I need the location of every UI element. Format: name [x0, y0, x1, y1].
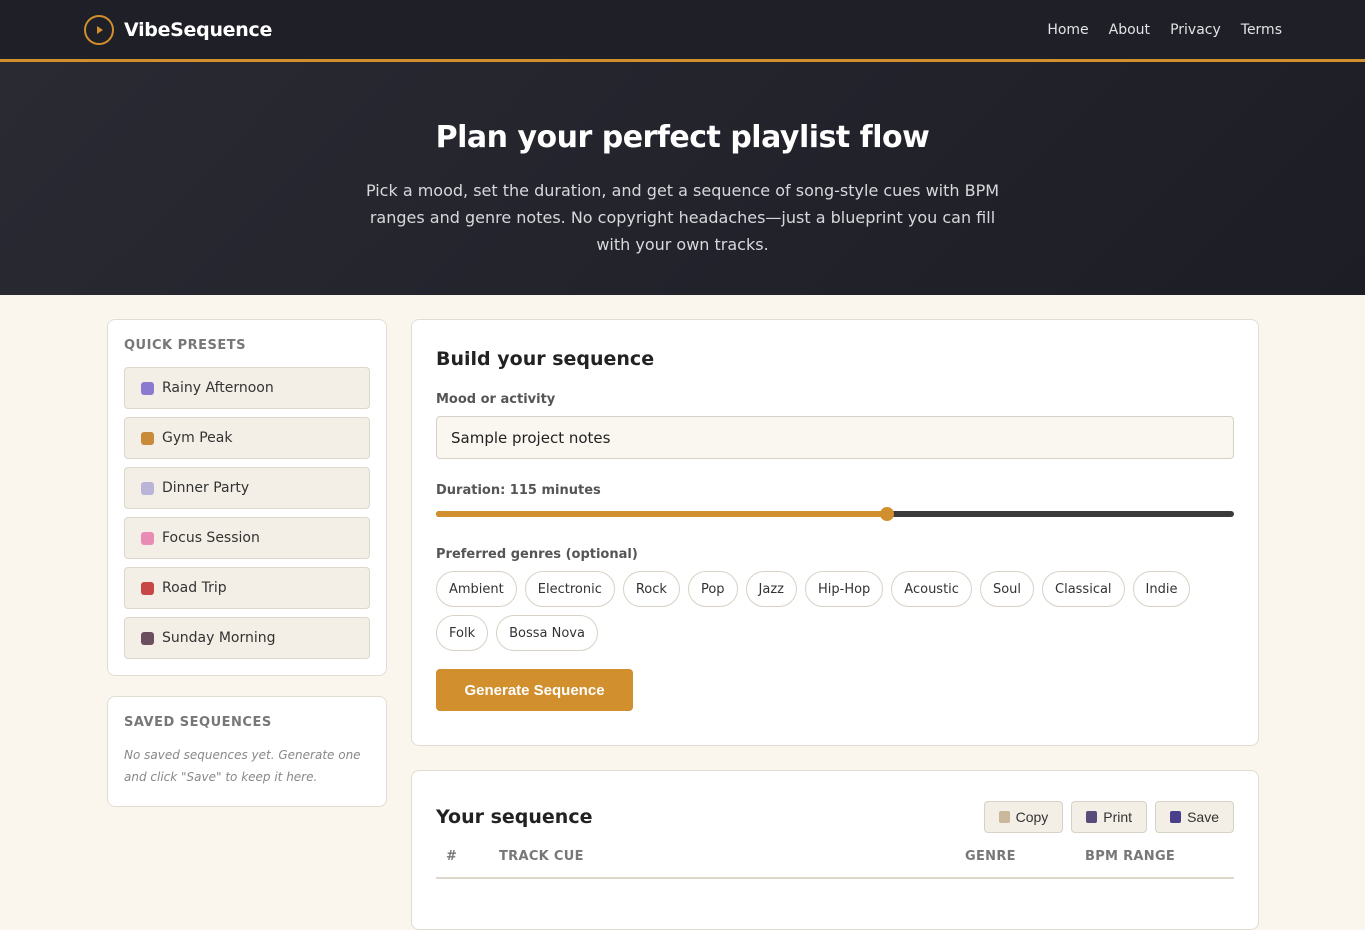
genre-chip[interactable]: Classical: [1042, 571, 1125, 607]
slider-fill: [436, 511, 887, 517]
genre-chip[interactable]: Soul: [979, 571, 1034, 607]
preset-button[interactable]: Sunday Morning: [124, 617, 370, 659]
preset-label: Sunday Morning: [162, 630, 276, 646]
nav-link-terms[interactable]: Terms: [1241, 22, 1282, 38]
copy-button[interactable]: Copy: [983, 801, 1064, 833]
rain-cloud-icon: [141, 381, 154, 395]
action-label: Save: [1187, 809, 1219, 825]
preset-button[interactable]: Focus Session: [124, 517, 370, 559]
genre-chips: Ambient Electronic Rock Pop Jazz Hip-Hop Acous…: [436, 571, 1234, 651]
genre-chip[interactable]: Ambient: [436, 571, 517, 607]
hero-subtitle: Pick a mood, set the duration, and get a…: [365, 181, 1000, 254]
genre-chip[interactable]: Jazz: [745, 571, 797, 607]
result-actions: Copy Print Save: [983, 801, 1234, 833]
floppy-disk-icon: [1170, 811, 1182, 823]
preset-button[interactable]: Dinner Party: [124, 467, 370, 509]
genre-chip[interactable]: Bossa Nova: [496, 615, 598, 651]
column-bpm-range: BPM Range: [1085, 849, 1176, 864]
genre-chip[interactable]: Electronic: [524, 571, 615, 607]
car-icon: [141, 581, 154, 595]
genre-chip[interactable]: Hip-Hop: [804, 571, 884, 607]
saved-sequences-card: Saved Sequences No saved sequences yet. …: [107, 696, 387, 807]
brand[interactable]: VibeSequence: [84, 14, 273, 45]
preset-button[interactable]: Rainy Afternoon: [124, 367, 370, 409]
genre-chip[interactable]: Pop: [687, 571, 738, 607]
saved-empty-message: No saved sequences yet. Generate one and…: [124, 748, 361, 784]
coffee-icon: [141, 631, 154, 645]
results-header: Your sequence Copy Print Save: [436, 801, 1234, 833]
genre-chip[interactable]: Acoustic: [891, 571, 972, 607]
plate-icon: [141, 481, 154, 495]
duration-label: Duration: 115 minutes: [436, 483, 601, 498]
genre-chip[interactable]: Folk: [436, 615, 489, 651]
save-button[interactable]: Save: [1155, 801, 1234, 833]
printer-icon: [1086, 811, 1098, 823]
preset-label: Focus Session: [162, 530, 260, 546]
action-label: Print: [1103, 809, 1133, 825]
nav-links: Home About Privacy Terms: [1047, 22, 1282, 38]
results-title: Your sequence: [436, 806, 593, 828]
action-label: Copy: [1015, 809, 1049, 825]
mood-input[interactable]: [436, 416, 1234, 459]
genres-label: Preferred genres (optional): [436, 547, 638, 562]
column-number: #: [446, 849, 458, 864]
hero: Plan your perfect playlist flow Pick a m…: [0, 62, 1365, 295]
saved-title: Saved Sequences: [124, 715, 272, 730]
results-card: Your sequence Copy Print Save # Track Cue …: [411, 770, 1259, 930]
play-circle-icon: [84, 14, 114, 45]
builder-card: Build your sequence Mood or activity Dur…: [411, 319, 1259, 746]
slider-thumb[interactable]: [879, 507, 894, 521]
brain-icon: [141, 531, 154, 545]
quick-presets-card: Quick Presets Rainy Afternoon Gym Peak Din…: [107, 319, 387, 676]
brand-name: VibeSequence: [124, 18, 273, 41]
column-genre: Genre: [965, 849, 1016, 864]
generate-sequence-button[interactable]: Generate Sequence: [436, 669, 633, 711]
top-nav: VibeSequence Home About Privacy Terms: [0, 0, 1365, 62]
preset-button[interactable]: Gym Peak: [124, 417, 370, 459]
main: Build your sequence Mood or activity Dur…: [411, 319, 1259, 930]
clipboard-icon: [998, 811, 1010, 823]
preset-label: Rainy Afternoon: [162, 380, 274, 396]
builder-title: Build your sequence: [436, 348, 655, 370]
preset-label: Gym Peak: [162, 430, 233, 446]
nav-link-privacy[interactable]: Privacy: [1170, 22, 1221, 38]
table-header: # Track Cue Genre BPM Range: [436, 849, 1234, 879]
preset-label: Road Trip: [162, 580, 227, 596]
mood-label: Mood or activity: [436, 392, 556, 407]
genre-chip[interactable]: Indie: [1132, 571, 1191, 607]
preset-button[interactable]: Road Trip: [124, 567, 370, 609]
sidebar: Quick Presets Rainy Afternoon Gym Peak Din…: [107, 319, 387, 807]
nav-link-home[interactable]: Home: [1047, 22, 1088, 38]
presets-title: Quick Presets: [124, 338, 246, 353]
print-button[interactable]: Print: [1071, 801, 1148, 833]
genre-chip[interactable]: Rock: [622, 571, 680, 607]
hero-title: Plan your perfect playlist flow: [435, 120, 930, 155]
column-track-cue: Track Cue: [499, 849, 584, 864]
presets-list: Rainy Afternoon Gym Peak Dinner Party Focus…: [124, 367, 370, 659]
nav-link-about[interactable]: About: [1109, 22, 1150, 38]
preset-label: Dinner Party: [162, 480, 250, 496]
dumbbell-icon: [141, 431, 154, 445]
duration-slider[interactable]: [436, 507, 1234, 521]
